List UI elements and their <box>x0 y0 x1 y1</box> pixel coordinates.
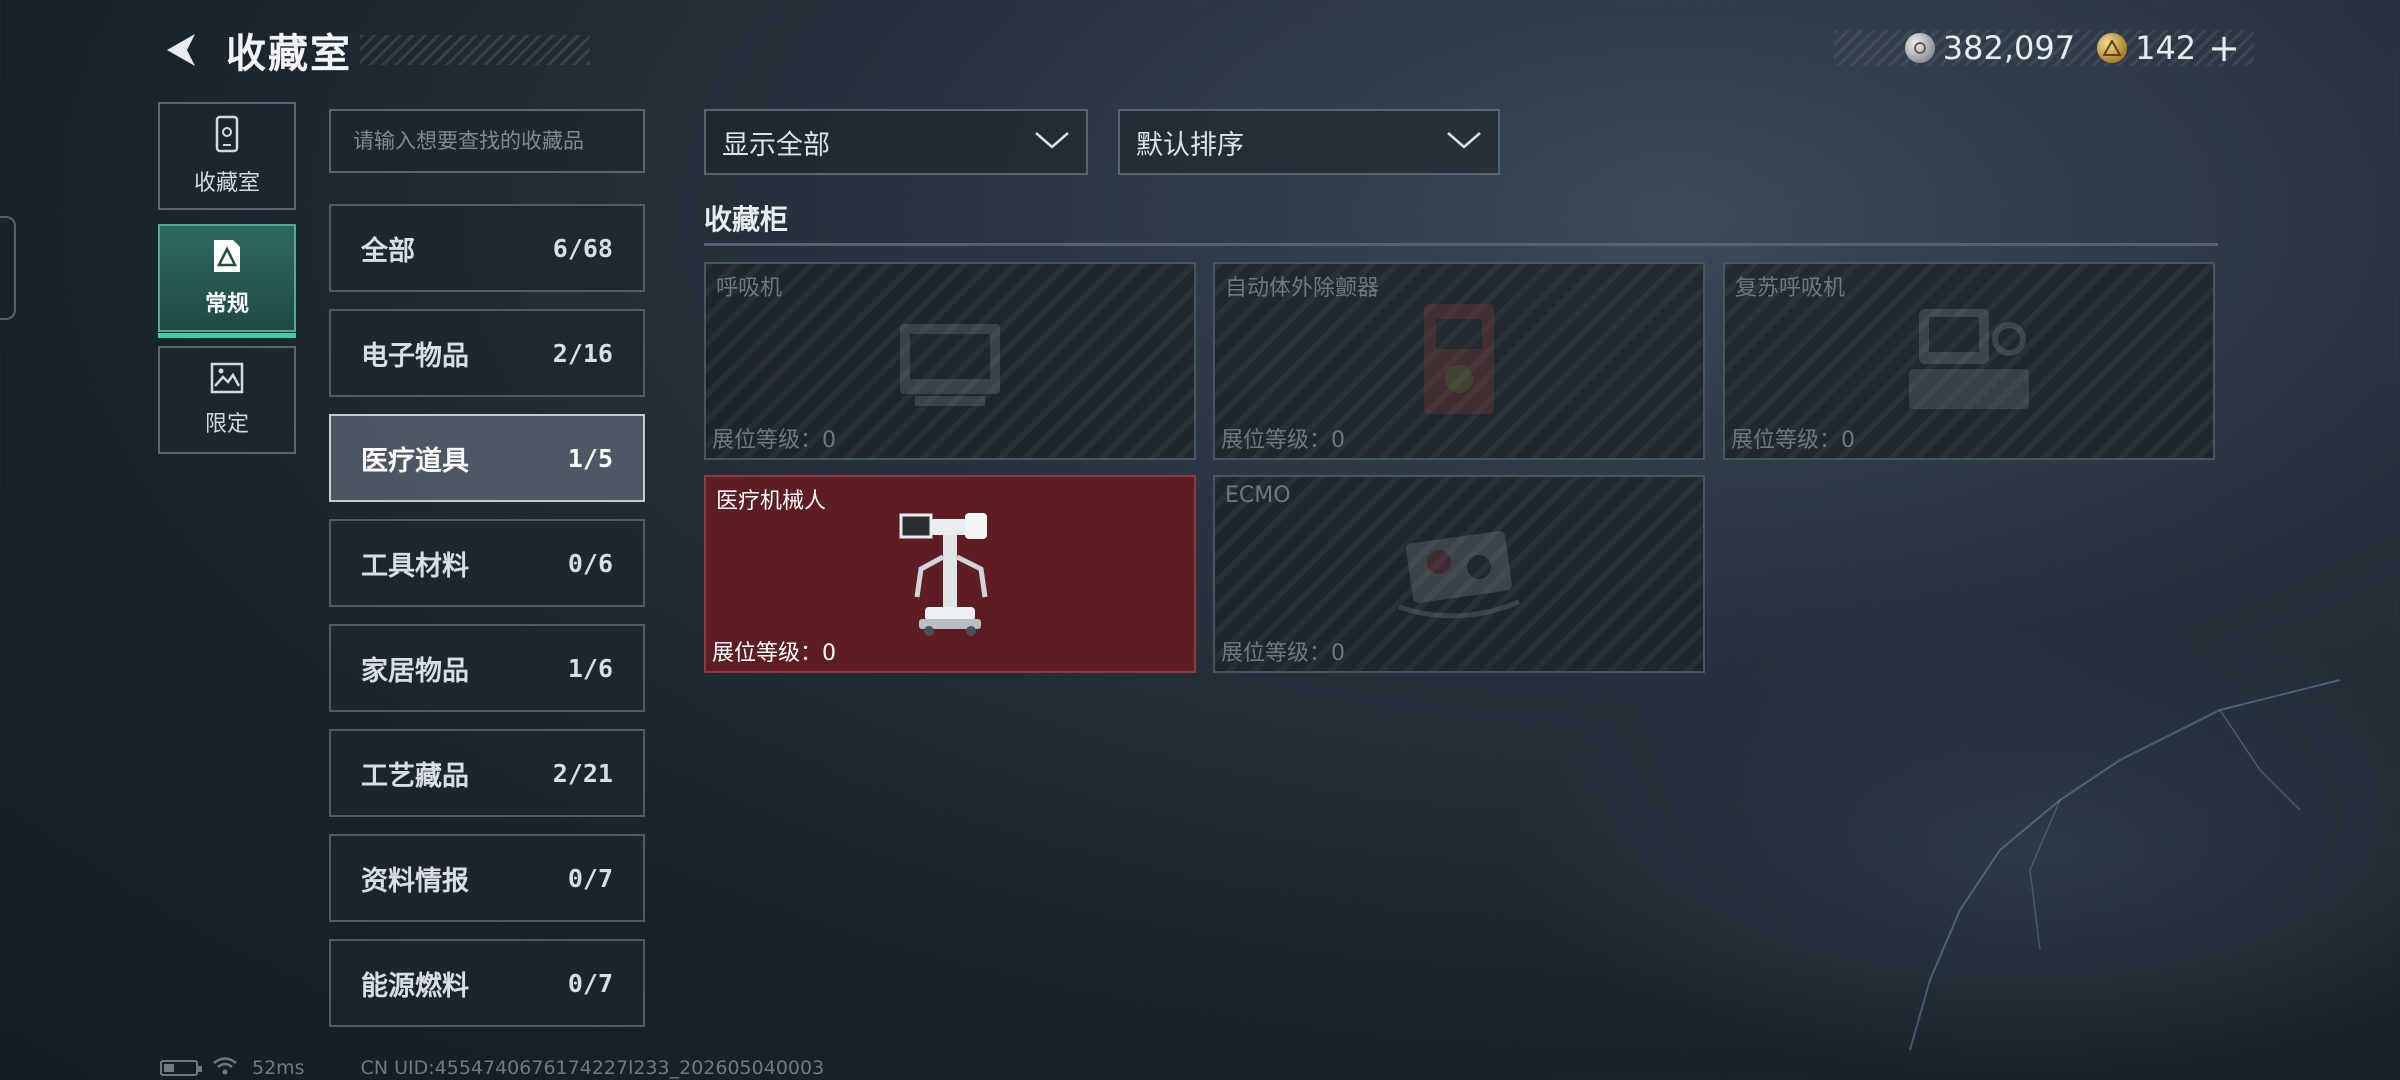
silver-coin-icon <box>1904 33 1935 63</box>
header: 收藏室 <box>160 24 590 77</box>
chevron-down-icon <box>1034 130 1070 154</box>
section-divider <box>704 243 2218 246</box>
landscape-icon <box>210 362 244 398</box>
collection-card[interactable]: 自动体外除颤器 展位等级：0 <box>1213 262 1705 460</box>
category-medical[interactable]: 医疗道具 1/5 <box>329 414 645 502</box>
side-nav-label: 常规 <box>204 292 249 317</box>
lightning-decoration <box>1909 679 2341 1051</box>
display-filter-dropdown[interactable]: 显示全部 <box>704 109 1088 175</box>
medical-robot-icon <box>895 507 1005 641</box>
category-name: 工具材料 <box>361 550 469 582</box>
category-count: 0/6 <box>567 548 613 578</box>
category-count: 0/7 <box>567 968 613 998</box>
booth-level: 展位等级：0 <box>1731 428 1855 453</box>
side-nav-label: 限定 <box>204 412 249 437</box>
booth-level: 展位等级：0 <box>712 641 836 666</box>
category-name: 电子物品 <box>361 340 469 372</box>
item-name: 医疗机械人 <box>716 489 827 514</box>
battery-icon <box>160 1060 202 1076</box>
collection-card[interactable]: 医疗机械人 展位等级：0 <box>704 475 1196 673</box>
background-storm <box>1500 620 2400 1080</box>
ecmo-icon <box>1389 517 1529 631</box>
item-name: 复苏呼吸机 <box>1735 276 1846 301</box>
add-currency-button[interactable]: + <box>2208 29 2240 67</box>
category-tools[interactable]: 工具材料 0/6 <box>329 519 645 607</box>
category-name: 家居物品 <box>361 655 469 687</box>
status-footer: 52ms CN UID:4554740676174227l233_2026050… <box>160 1056 824 1080</box>
side-nav-limited[interactable]: 限定 <box>158 346 296 454</box>
item-name: ECMO <box>1225 483 1291 508</box>
booth-level: 展位等级：0 <box>1221 641 1345 666</box>
gold-balance: 142 <box>2135 29 2197 67</box>
booth-level: 展位等级：0 <box>1221 428 1345 453</box>
gold-coin-icon <box>2097 33 2128 63</box>
search-input[interactable] <box>353 129 643 153</box>
item-name: 自动体外除颤器 <box>1225 276 1380 301</box>
side-nav-regular[interactable]: 常规 <box>158 224 296 338</box>
category-name: 资料情报 <box>361 865 469 897</box>
display-filter-value: 显示全部 <box>722 129 830 161</box>
currency-bar: 382,097 142 + <box>1834 29 2254 67</box>
category-count: 1/6 <box>567 653 613 683</box>
category-count: 2/21 <box>552 758 613 788</box>
category-name: 能源燃料 <box>361 970 469 1002</box>
resuscitator-icon <box>1899 299 2039 423</box>
category-count: 0/7 <box>567 863 613 893</box>
category-all[interactable]: 全部 6/68 <box>329 204 645 292</box>
defibrillator-icon <box>1414 299 1504 423</box>
title-decoration <box>360 35 590 65</box>
side-nav-collection-room[interactable]: 收藏室 <box>158 102 296 210</box>
phone-icon <box>212 115 242 157</box>
user-uid: CN UID:4554740676174227l233_202605040003 <box>360 1057 825 1079</box>
category-intel[interactable]: 资料情报 0/7 <box>329 834 645 922</box>
wifi-icon <box>212 1056 238 1080</box>
category-count: 1/5 <box>567 443 613 473</box>
category-name: 医疗道具 <box>361 445 469 477</box>
collection-card[interactable]: 复苏呼吸机 展位等级：0 <box>1723 262 2215 460</box>
side-nav: 收藏室 常规 限定 <box>158 102 296 468</box>
category-household[interactable]: 家居物品 1/6 <box>329 624 645 712</box>
category-electronics[interactable]: 电子物品 2/16 <box>329 309 645 397</box>
collection-card[interactable]: ECMO 展位等级：0 <box>1213 475 1705 673</box>
chevron-down-icon <box>1446 130 1482 154</box>
ventilator-icon <box>890 304 1010 418</box>
sort-value: 默认排序 <box>1136 129 1244 161</box>
triangle-card-icon <box>211 238 243 278</box>
category-count: 2/16 <box>552 338 613 368</box>
collection-card[interactable]: 呼吸机 展位等级：0 <box>704 262 1196 460</box>
category-energy[interactable]: 能源燃料 0/7 <box>329 939 645 1027</box>
page-title: 收藏室 <box>226 31 352 77</box>
booth-level: 展位等级：0 <box>712 428 836 453</box>
section-title: 收藏柜 <box>704 203 789 236</box>
side-nav-label: 收藏室 <box>193 171 260 196</box>
item-name: 呼吸机 <box>716 276 783 301</box>
sort-dropdown[interactable]: 默认排序 <box>1118 109 1500 175</box>
edge-handle[interactable] <box>0 216 16 320</box>
category-name: 工艺藏品 <box>361 760 469 792</box>
back-arrow-icon[interactable] <box>160 28 200 72</box>
category-crafts[interactable]: 工艺藏品 2/21 <box>329 729 645 817</box>
category-list: 全部 6/68 电子物品 2/16 医疗道具 1/5 工具材料 0/6 家居物品… <box>329 204 645 1044</box>
category-name: 全部 <box>361 235 415 267</box>
ping-value: 52ms <box>252 1057 305 1079</box>
category-count: 6/68 <box>552 233 613 263</box>
silver-balance: 382,097 <box>1942 29 2076 67</box>
search-box[interactable] <box>329 109 645 173</box>
